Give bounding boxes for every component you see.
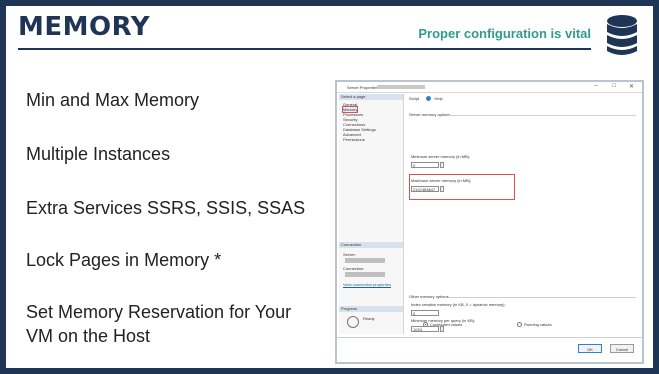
close-icon[interactable]: ✕ <box>629 83 634 90</box>
running-values-label: Running values <box>524 322 552 327</box>
connection-header: Connection <box>339 242 403 248</box>
dialog-toolbar: Script Help <box>409 96 443 101</box>
progress-header: Progress <box>339 306 403 312</box>
bullet-item: Set Memory Reservation for Your VM on th… <box>26 302 292 346</box>
bullet-item: Lock Pages in Memory * <box>26 250 222 270</box>
bullet-item: Multiple Instances <box>26 144 171 164</box>
dialog-titlebar: Server Properties - – □ ✕ <box>337 82 642 93</box>
view-connection-properties-link[interactable]: View connection properties <box>343 282 391 287</box>
maximize-icon[interactable]: □ <box>612 83 616 89</box>
slide-title: MEMORY <box>18 12 151 42</box>
database-icon <box>607 15 637 55</box>
ok-button[interactable]: OK <box>578 344 602 353</box>
index-memory-input[interactable]: 0 <box>411 310 439 316</box>
group-divider <box>449 297 636 298</box>
bullet-item: Min and Max Memory <box>26 90 200 110</box>
connection-label: Connection: <box>343 266 365 271</box>
server-value <box>345 258 385 263</box>
help-icon[interactable] <box>426 96 432 101</box>
dialog-sidebar: Select a page General Memory Processors … <box>339 94 404 334</box>
min-memory-input[interactable]: 0 <box>411 162 439 168</box>
server-properties-dialog: Server Properties - – □ ✕ Select a page … <box>335 80 644 364</box>
server-memory-group: Server memory options <box>409 112 636 118</box>
query-memory-label: Minimum memory per query (in KB): <box>411 318 476 323</box>
running-values-radio[interactable] <box>517 322 522 327</box>
script-button[interactable]: Script <box>409 96 419 101</box>
max-memory-input[interactable]: 2147483647 <box>411 186 439 192</box>
select-page-header: Select a page <box>339 94 403 100</box>
connection-value <box>345 272 385 277</box>
other-memory-group-label: Other memory options <box>409 294 449 299</box>
server-memory-group-label: Server memory options <box>409 112 451 117</box>
group-divider <box>449 115 636 116</box>
query-memory-input[interactable]: 1024 <box>411 326 439 332</box>
other-memory-group: Other memory options <box>409 294 636 300</box>
slide-subtitle: Proper configuration is vital <box>418 26 591 41</box>
page-item-permissions[interactable]: Permissions <box>343 137 365 142</box>
min-memory-spinner[interactable] <box>440 162 444 168</box>
dialog-footer: OK Cancel <box>337 337 642 362</box>
slide: MEMORY Proper configuration is vital Min… <box>0 0 659 374</box>
cancel-button[interactable]: Cancel <box>610 344 634 353</box>
title-underline <box>18 48 591 50</box>
max-memory-label: Maximum server memory (in MB): <box>411 178 472 183</box>
progress-indicator-icon <box>347 316 359 328</box>
minimize-icon[interactable]: – <box>595 83 598 89</box>
max-memory-spinner[interactable] <box>440 186 444 192</box>
help-button[interactable]: Help <box>434 96 442 101</box>
server-label: Server: <box>343 252 356 257</box>
query-memory-spinner[interactable] <box>440 326 444 332</box>
min-memory-label: Minimum server memory (in MB): <box>411 154 471 159</box>
dialog-title: Server Properties - <box>347 85 381 90</box>
ready-label: Ready <box>363 316 375 321</box>
bullet-item: Extra Services SSRS, SSIS, SSAS <box>26 198 306 218</box>
dialog-title-server <box>377 85 425 89</box>
index-memory-label: Index creation memory (in KB, 0 = dynami… <box>411 302 506 307</box>
